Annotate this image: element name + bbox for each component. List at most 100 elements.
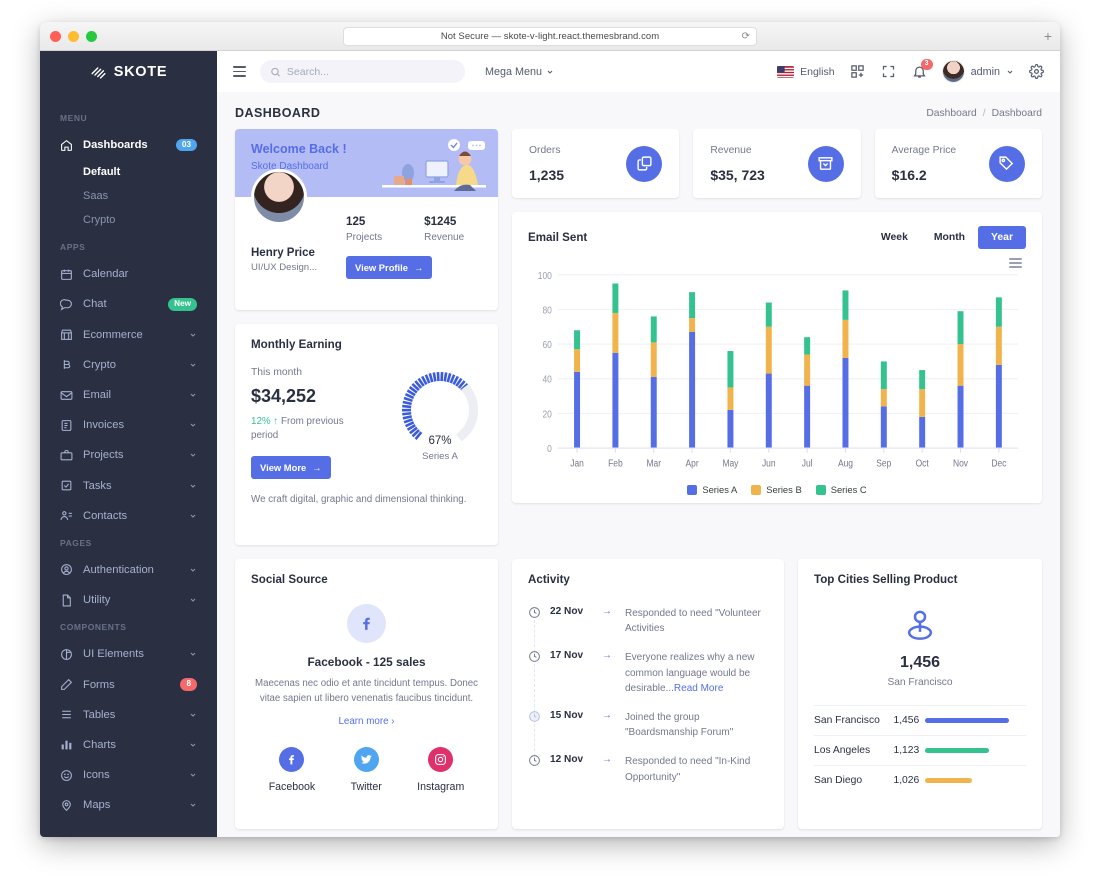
invoice-icon <box>60 419 73 432</box>
sidebar-subitem-saas[interactable]: Saas <box>40 184 217 208</box>
sidebar-item-chat[interactable]: Chat New <box>40 289 217 319</box>
table-icon <box>60 708 73 721</box>
stat-card-value: 1,235 <box>529 166 565 183</box>
chevron-down-icon <box>190 393 196 397</box>
sidebar-item-icons[interactable]: Icons <box>40 760 217 790</box>
user-menu[interactable]: admin <box>941 60 1014 83</box>
chevron-down-icon <box>190 484 196 488</box>
new-tab-button[interactable]: + <box>1044 28 1052 44</box>
sidebar: SKOTE MENU Dashboards 03 Default Saas Cr… <box>40 51 217 837</box>
fullscreen-icon[interactable] <box>880 63 897 80</box>
view-profile-button[interactable]: View Profile → <box>346 256 433 279</box>
sidebar-item-calendar[interactable]: Calendar <box>40 259 217 289</box>
city-name: San Francisco <box>814 705 894 736</box>
maximize-window-button[interactable] <box>86 30 97 42</box>
activity-item[interactable]: 15 Nov → Joined the group "Boardsmanship… <box>528 709 768 757</box>
close-window-button[interactable] <box>50 30 61 42</box>
chevron-down-icon <box>190 803 196 807</box>
sidebar-subitem-default[interactable]: Default <box>40 160 217 184</box>
profile-stats-block: 125 Projects $1245 Revenue View Profile … <box>346 197 482 279</box>
minimize-window-button[interactable] <box>68 30 79 42</box>
city-bar-cell <box>924 765 1026 795</box>
social-network-facebook[interactable]: Facebook <box>268 747 316 794</box>
reload-icon[interactable]: ⟳ <box>742 31 750 42</box>
svg-text:Jun: Jun <box>762 458 776 469</box>
language-selector[interactable]: English <box>777 65 835 78</box>
bell-icon[interactable]: 3 <box>911 59 933 80</box>
sidebar-item-tasks[interactable]: Tasks <box>40 471 217 501</box>
bar-fill <box>924 748 990 753</box>
learn-more-link[interactable]: Learn more › <box>251 716 482 727</box>
us-flag-icon <box>777 65 795 78</box>
sidebar-menu: MENU Dashboards 03 Default Saas Crypto A… <box>40 92 217 820</box>
stat-cards-row: Orders 1,235 Revenue $35, 723 Average Pr… <box>512 129 1042 198</box>
sidebar-section-title-components: COMPONENTS <box>60 622 127 633</box>
chevron-down-icon <box>190 568 196 572</box>
sidebar-item-tables[interactable]: Tables <box>40 700 217 730</box>
radial-label: Series A <box>422 451 458 462</box>
mega-menu-button[interactable]: Mega Menu <box>485 66 554 78</box>
sidebar-item-contacts[interactable]: Contacts <box>40 501 217 531</box>
address-bar[interactable]: Not Secure — skote-v-light.react.themesb… <box>343 26 757 46</box>
sidebar-item-crypto[interactable]: Crypto <box>40 350 217 380</box>
bar-track <box>924 748 1009 753</box>
sidebar-item-label: Utility <box>83 594 111 607</box>
range-year-button[interactable]: Year <box>978 226 1026 249</box>
search-box[interactable] <box>260 60 465 83</box>
social-network-label: Facebook <box>268 781 316 794</box>
range-month-button[interactable]: Month <box>921 226 978 249</box>
search-input[interactable] <box>286 65 455 78</box>
chevron-down-icon <box>190 652 196 657</box>
home-icon <box>60 139 73 152</box>
hamburger-icon[interactable] <box>229 63 250 80</box>
sidebar-item-email[interactable]: Email <box>40 380 217 410</box>
email-sent-header: Email Sent Week Month Year <box>528 226 1026 249</box>
brand-logo-area[interactable]: SKOTE <box>40 51 217 92</box>
social-source-title: Social Source <box>251 573 328 586</box>
activity-date: 15 Nov <box>550 709 584 721</box>
social-network-twitter[interactable]: Twitter <box>351 747 382 793</box>
activity-item[interactable]: 12 Nov → Responded to need "In-Kind Oppo… <box>528 754 768 798</box>
email-sent-chart: 0 20 40 60 80 100 Jan Feb Mar Apr May Jun Jul Aug Sep O… <box>528 268 1026 482</box>
legend-item-series-a[interactable]: Series A <box>687 484 737 495</box>
radial-gauge: 67% Series A <box>398 368 482 462</box>
activity-date: 17 Nov <box>550 650 584 662</box>
legend-item-series-c[interactable]: Series C <box>815 484 867 495</box>
sidebar-item-invoices[interactable]: Invoices <box>40 410 217 440</box>
read-more-link[interactable]: Read More <box>674 683 723 694</box>
sidebar-item-forms[interactable]: Forms 8 <box>40 669 217 699</box>
sidebar-item-dashboards[interactable]: Dashboards 03 <box>40 130 217 160</box>
activity-item[interactable]: 17 Nov → Everyone realizes why a new com… <box>528 650 768 712</box>
arrow-right-icon: → <box>602 606 612 617</box>
sidebar-item-label: Email <box>83 389 111 402</box>
chart-menu-icon[interactable] <box>1009 258 1022 268</box>
window-traffic-lights[interactable] <box>50 30 97 42</box>
sidebar-item-utility[interactable]: Utility <box>40 585 217 615</box>
sidebar-item-charts[interactable]: Charts <box>40 730 217 760</box>
sidebar-item-label: UI Elements <box>83 648 144 661</box>
sidebar-item-maps[interactable]: Maps <box>40 790 217 820</box>
profile-block: Henry Price UI/UX Design... <box>251 169 346 279</box>
grid-apps-icon[interactable] <box>849 63 866 80</box>
svg-text:100: 100 <box>538 270 552 281</box>
stat-card-label: Orders <box>529 144 561 156</box>
sidebar-item-authentication[interactable]: Authentication <box>40 555 217 585</box>
sidebar-item-ui-elements[interactable]: UI Elements <box>40 639 217 669</box>
sidebar-item-ecommerce[interactable]: Ecommerce <box>40 320 217 350</box>
clock-icon <box>528 650 541 696</box>
profile-stat-projects: 125 Projects <box>346 215 382 243</box>
sidebar-item-label: Contacts <box>83 509 128 522</box>
legend-swatch <box>815 484 826 495</box>
activity-item[interactable]: 22 Nov → Responded to need "Volunteer Ac… <box>528 606 768 653</box>
gear-icon[interactable] <box>1028 63 1045 80</box>
view-more-button[interactable]: View More → <box>251 456 331 480</box>
social-network-instagram[interactable]: Instagram <box>417 747 464 793</box>
profile-role: UI/UX Design... <box>251 262 318 273</box>
range-week-button[interactable]: Week <box>868 226 921 249</box>
top-cities-featured-value: 1,456 <box>899 654 941 671</box>
breadcrumb-item-1[interactable]: Dashboard <box>926 108 976 119</box>
svg-text:80: 80 <box>542 305 551 316</box>
sidebar-item-projects[interactable]: Projects <box>40 440 217 470</box>
sidebar-subitem-crypto[interactable]: Crypto <box>40 208 217 232</box>
legend-item-series-b[interactable]: Series B <box>751 484 802 495</box>
